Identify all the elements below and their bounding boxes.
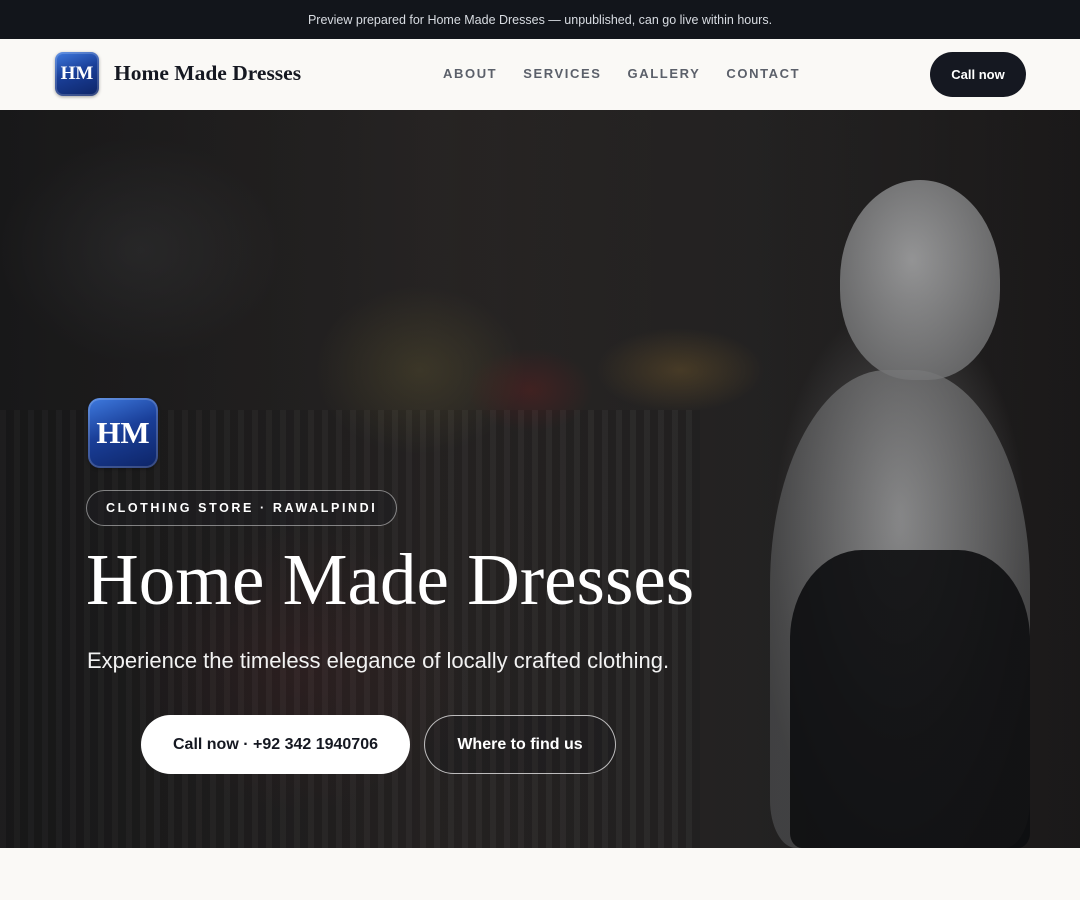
brand-name[interactable]: Home Made Dresses <box>114 61 301 86</box>
preview-banner: Preview prepared for Home Made Dresses —… <box>0 0 1080 39</box>
hero-tagline: Experience the timeless elegance of loca… <box>87 648 670 673</box>
call-now-button[interactable]: Call now · +92 342 1940706 <box>141 715 410 774</box>
site-header: HM Home Made Dresses ABOUT SERVICES GALL… <box>0 39 1080 111</box>
nav-link-about[interactable]: ABOUT <box>443 66 497 81</box>
hero-title: Home Made Dresses <box>86 539 695 620</box>
brand-logo-icon[interactable]: HM <box>55 52 99 96</box>
find-us-button[interactable]: Where to find us <box>424 715 616 774</box>
hero-section: HM CLOTHING STORE · RAWALPINDI Home Made… <box>0 110 1080 848</box>
category-badge: CLOTHING STORE · RAWALPINDI <box>86 490 398 526</box>
brand-logo-text: HM <box>60 63 94 84</box>
header-call-button[interactable]: Call now <box>930 52 1026 97</box>
preview-banner-text: Preview prepared for Home Made Dresses —… <box>307 12 773 27</box>
hero-logo-icon: HM <box>88 398 158 468</box>
main-nav: ABOUT SERVICES GALLERY CONTACT <box>443 66 826 81</box>
nav-link-services[interactable]: SERVICES <box>523 66 601 81</box>
nav-link-gallery[interactable]: GALLERY <box>628 66 701 81</box>
nav-link-contact[interactable]: CONTACT <box>726 66 800 81</box>
hero-logo-text: HM <box>96 415 150 450</box>
